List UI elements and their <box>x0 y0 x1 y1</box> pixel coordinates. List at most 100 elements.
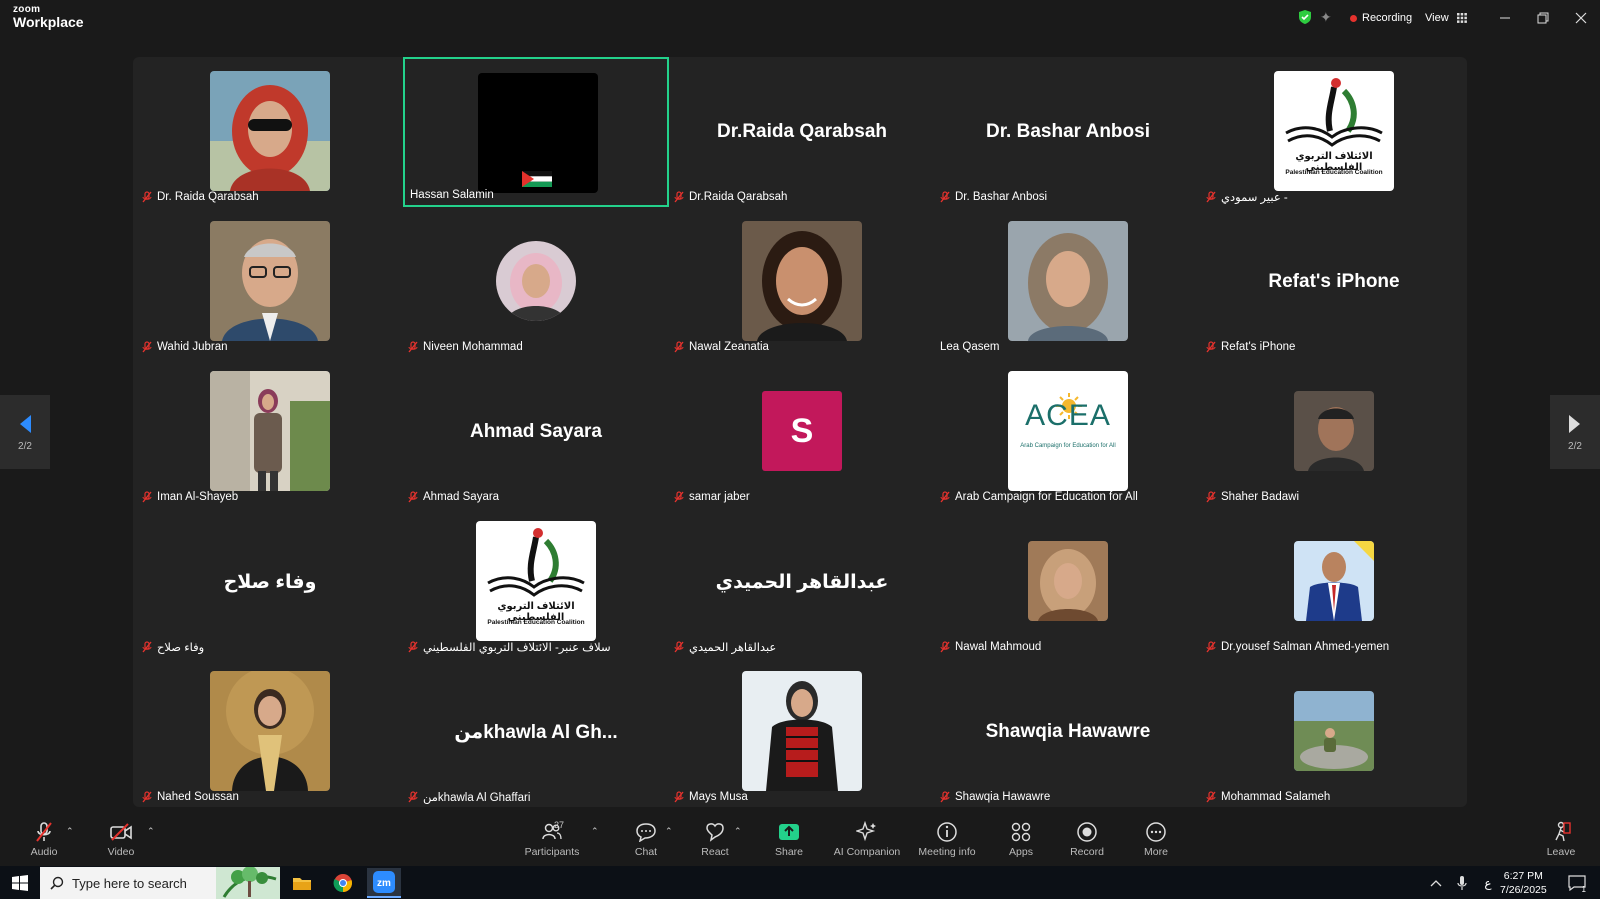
grid-icon <box>1456 13 1467 23</box>
next-page-button[interactable]: 2/2 <box>1550 395 1600 469</box>
participant-name: Shawqia Hawawre <box>955 791 1051 803</box>
muted-mic-icon <box>1206 191 1216 203</box>
minimize-button[interactable] <box>1494 7 1516 29</box>
chrome-taskbar-icon[interactable] <box>326 868 360 898</box>
view-label: View <box>1425 12 1449 24</box>
participant-tile[interactable]: Lea Qasem <box>935 207 1201 357</box>
participant-tile[interactable]: Niveen Mohammad <box>403 207 669 357</box>
participant-name: Nawal Mahmoud <box>955 641 1042 653</box>
windows-logo-icon <box>12 875 28 891</box>
participant-name: Iman Al-Shayeb <box>157 491 239 503</box>
participant-name: Hassan Salamin <box>410 189 494 201</box>
participant-name: Ahmad Sayara <box>423 491 500 503</box>
muted-mic-icon <box>142 191 152 203</box>
muted-mic-icon <box>940 641 950 653</box>
close-button[interactable] <box>1570 7 1592 29</box>
participant-tile[interactable]: Hassan Salamin <box>403 57 669 207</box>
participant-tile[interactable]: Mohammad Salameh <box>1201 657 1467 807</box>
participant-photo <box>742 221 862 341</box>
participant-tile[interactable]: Dr. Raida Qarabsah <box>137 57 403 207</box>
muted-mic-icon <box>142 791 152 803</box>
participant-tile[interactable]: Iman Al-Shayeb <box>137 357 403 507</box>
mic-muted-icon <box>36 822 52 842</box>
apps-label: Apps <box>1009 846 1033 858</box>
react-button[interactable]: React <box>699 820 731 864</box>
record-button[interactable]: Record <box>1070 820 1104 864</box>
ai-sparkle-icon[interactable]: ✦ <box>1320 9 1332 26</box>
participant-tile[interactable]: Nahed Soussan <box>137 657 403 807</box>
participants-button[interactable]: 27 Participants <box>522 820 582 864</box>
meeting-info-button[interactable]: Meeting info <box>916 820 978 864</box>
leave-label: Leave <box>1546 846 1576 858</box>
pec-logo-english: Palestinian Education Coalition <box>487 619 585 626</box>
encryption-shield-icon[interactable] <box>1298 9 1312 25</box>
show-hidden-icons-button[interactable] <box>1426 868 1446 898</box>
participant-tile[interactable]: Nawal Mahmoud <box>935 507 1201 657</box>
recording-indicator[interactable]: Recording <box>1350 8 1412 28</box>
search-icon <box>50 876 64 890</box>
video-button[interactable]: Video <box>103 820 139 864</box>
participant-tile[interactable]: Dr.Raida Qarabsah Dr.Raida Qarabsah <box>669 57 935 207</box>
participant-tile[interactable]: عبدالقاهر الحميدي عبدالقاهر الحميدي <box>669 507 935 657</box>
participants-options-caret[interactable]: ⌃ <box>591 826 599 837</box>
participant-name: منkhawla Al Ghaffari <box>423 792 531 804</box>
participant-tile[interactable]: وفاء صلاح وفاء صلاح <box>137 507 403 657</box>
participant-name-label: Niveen Mohammad <box>408 339 523 355</box>
react-options-caret[interactable]: ⌃ <box>734 826 742 837</box>
participant-photo <box>1294 691 1374 771</box>
muted-mic-icon <box>1206 791 1216 803</box>
muted-mic-icon <box>1206 341 1216 353</box>
participant-tile[interactable]: منkhawla Al Gh... منkhawla Al Ghaffari <box>403 657 669 807</box>
zoom-taskbar-icon[interactable]: zm <box>367 868 401 898</box>
ai-companion-sparkle-icon <box>856 821 876 842</box>
audio-label: Audio <box>30 846 58 858</box>
muted-mic-icon <box>674 791 684 803</box>
file-explorer-taskbar-icon[interactable] <box>285 868 319 898</box>
video-options-caret[interactable]: ⌃ <box>147 826 155 837</box>
apps-button[interactable]: Apps <box>1006 820 1036 864</box>
taskbar-clock[interactable]: 6:27 PM 7/26/2025 <box>1500 869 1547 897</box>
participant-tile[interactable]: الائتلاف التربوي الفلسطيني Palestinian E… <box>403 507 669 657</box>
taskbar-search-box[interactable]: Type here to search <box>40 867 280 899</box>
participant-name-label: Mohammad Salameh <box>1206 789 1330 805</box>
participant-name-label: وفاء صلاح <box>142 639 204 655</box>
participant-name-label: Wahid Jubran <box>142 339 228 355</box>
title-bar: zoom Workplace ✦ Recording View <box>0 0 1600 36</box>
participant-tile[interactable]: Mays Musa <box>669 657 935 807</box>
participant-tile[interactable]: Ssamar jaber <box>669 357 935 507</box>
share-button[interactable]: Share <box>772 820 806 864</box>
participant-tile[interactable]: Ahmad Sayara Ahmad Sayara <box>403 357 669 507</box>
share-screen-icon <box>779 824 799 840</box>
participant-tile[interactable]: Dr.yousef Salman Ahmed-yemen <box>1201 507 1467 657</box>
participant-photo <box>210 671 330 791</box>
chat-options-caret[interactable]: ⌃ <box>665 826 673 837</box>
muted-mic-icon <box>674 491 684 503</box>
notifications-button[interactable]: 1 <box>1562 868 1592 898</box>
chat-button[interactable]: Chat <box>630 820 662 864</box>
restore-button[interactable] <box>1532 7 1554 29</box>
recording-label: Recording <box>1362 12 1413 24</box>
participant-name-label: Hassan Salamin <box>410 187 494 203</box>
participant-tile[interactable]: Refat's iPhone Refat's iPhone <box>1201 207 1467 357</box>
view-button[interactable]: View <box>1425 8 1467 28</box>
participant-tile[interactable]: Wahid Jubran <box>137 207 403 357</box>
microphone-tray-icon[interactable] <box>1452 868 1472 898</box>
ai-companion-button[interactable]: AI Companion <box>834 820 900 864</box>
notification-count: 1 <box>1581 885 1586 894</box>
participant-tile[interactable]: Shaher Badawi <box>1201 357 1467 507</box>
windows-start-button[interactable] <box>3 868 37 898</box>
participant-tile[interactable]: الائتلاف التربوي الفلسطيني Palestinian E… <box>1201 57 1467 207</box>
more-button[interactable]: More <box>1140 820 1172 864</box>
participant-tile[interactable]: Shawqia Hawawre Shawqia Hawawre <box>935 657 1201 807</box>
participant-tile[interactable]: Nawal Zeanatia <box>669 207 935 357</box>
search-placeholder: Type here to search <box>72 875 187 891</box>
ai-companion-label: AI Companion <box>833 846 901 858</box>
minimize-icon <box>1500 17 1510 19</box>
leave-button[interactable]: Leave <box>1546 820 1576 864</box>
audio-button[interactable]: Audio <box>26 820 62 864</box>
language-indicator[interactable]: ع <box>1478 868 1498 898</box>
audio-options-caret[interactable]: ⌃ <box>66 826 74 837</box>
participant-tile[interactable]: ACEA Arab Campaign for Education for All… <box>935 357 1201 507</box>
participant-tile[interactable]: Dr. Bashar Anbosi Dr. Bashar Anbosi <box>935 57 1201 207</box>
previous-page-button[interactable]: 2/2 <box>0 395 50 469</box>
